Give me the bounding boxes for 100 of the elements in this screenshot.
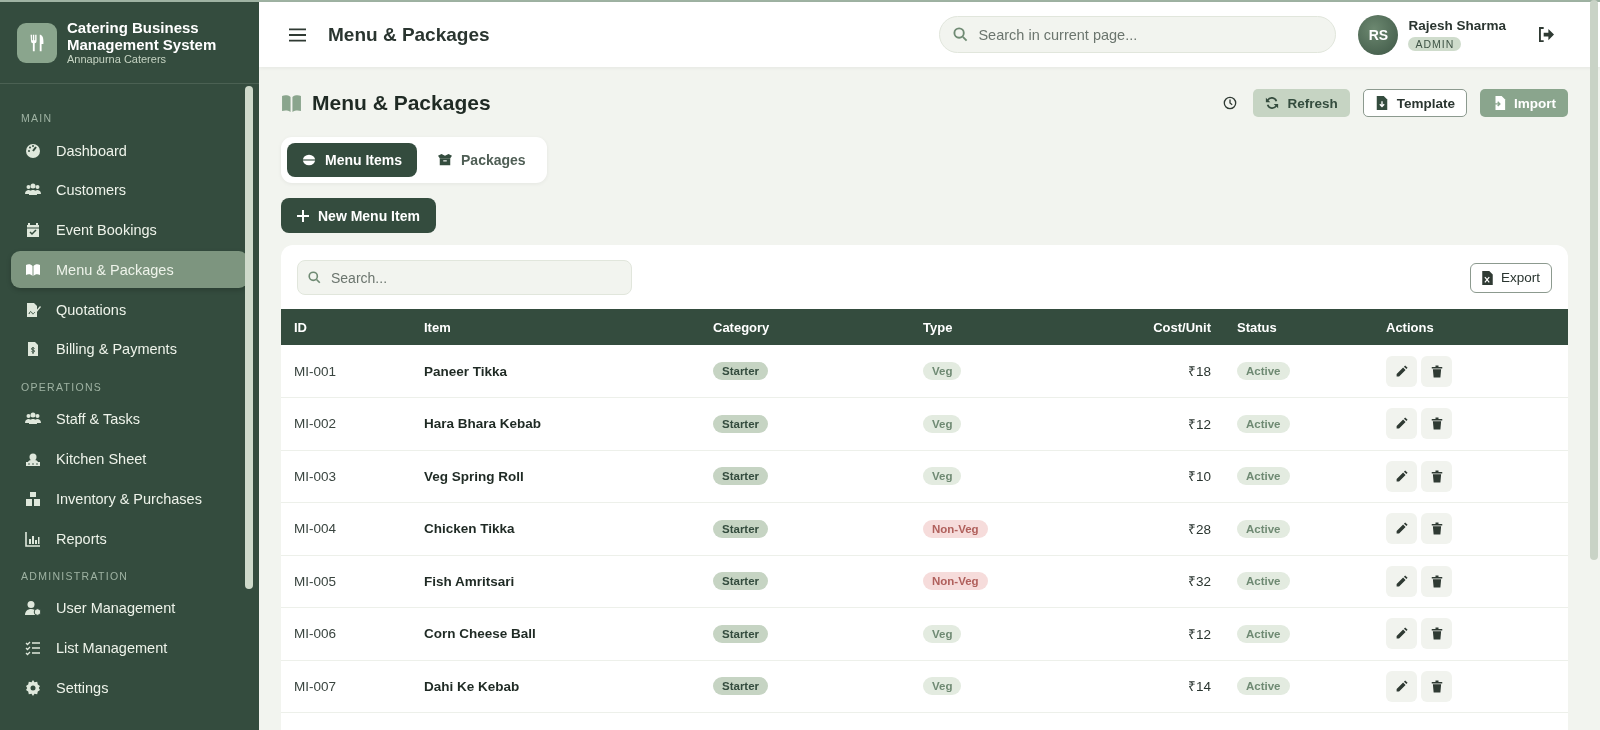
- edit-button[interactable]: [1386, 618, 1417, 650]
- delete-button[interactable]: [1421, 618, 1452, 650]
- tab[interactable]: Menu Items: [287, 143, 417, 177]
- search-field[interactable]: Search in current page...: [939, 16, 1337, 53]
- nav-item[interactable]: Customers: [11, 171, 248, 209]
- file-import-icon: [1492, 96, 1506, 110]
- company-name: Annapurna Caterers: [67, 53, 168, 66]
- pencil-icon: [1395, 522, 1408, 536]
- menu-icon[interactable]: [289, 27, 306, 42]
- category-tag: Starter: [713, 362, 769, 380]
- page-title: Menu & Packages: [312, 91, 491, 115]
- table-cell: ₹18: [1187, 364, 1211, 379]
- status-tag: Active: [1237, 519, 1290, 538]
- table-cell: Hara Bhara Kebab: [424, 416, 542, 432]
- status-tag: Active: [1237, 414, 1290, 433]
- table-cell: ₹10: [1187, 469, 1211, 485]
- trash-icon: [1430, 417, 1443, 431]
- table-cell: Fish Amritsari: [424, 573, 515, 589]
- column-header: Type: [910, 309, 1060, 345]
- search-field[interactable]: Search...: [297, 260, 632, 295]
- role-badge: ADMIN: [1408, 36, 1462, 51]
- edit-button[interactable]: [1386, 355, 1417, 387]
- category-tag: Starter: [713, 519, 769, 538]
- pencil-icon: [1395, 627, 1408, 641]
- trash-icon: [1430, 627, 1443, 641]
- table-cell: ₹14: [1187, 679, 1211, 695]
- table-cell: ₹32: [1187, 574, 1211, 590]
- nav-item[interactable]: List Management: [11, 629, 248, 667]
- type-tag: Veg: [923, 362, 962, 380]
- plus-icon: [297, 209, 309, 222]
- nav-item[interactable]: Inventory & Purchases: [11, 480, 248, 518]
- type-tag: Non-Veg: [923, 572, 988, 591]
- pencil-icon: [1395, 417, 1408, 431]
- nav-item[interactable]: Quotations: [11, 291, 248, 329]
- delete-button[interactable]: [1421, 355, 1452, 387]
- table-cell: Corn Cheese Ball: [424, 626, 536, 642]
- checklist-icon: [25, 640, 41, 657]
- clock-icon[interactable]: [1223, 96, 1238, 110]
- type-tag: Veg: [923, 414, 962, 433]
- refresh-icon: [1265, 96, 1280, 110]
- type-tag: Veg: [923, 467, 962, 486]
- table-cell: MI-003: [294, 468, 337, 484]
- gear-icon: [25, 680, 41, 697]
- column-header: Cost/Unit: [1060, 309, 1224, 345]
- pencil-icon: [1395, 364, 1408, 378]
- brand-logo: [17, 22, 57, 63]
- export-button[interactable]: Export: [1469, 262, 1552, 293]
- column-header: ID: [281, 309, 411, 345]
- trash-icon: [1430, 679, 1443, 693]
- trash-icon: [1430, 364, 1443, 378]
- delete-button[interactable]: [1421, 670, 1452, 702]
- chef-icon: [25, 451, 41, 468]
- column-header: Item: [411, 309, 700, 345]
- nav-item[interactable]: Staff & Tasks: [11, 400, 248, 438]
- new-item-button[interactable]: New Menu Item: [281, 198, 436, 233]
- book-icon: [281, 94, 302, 112]
- refresh-button[interactable]: Refresh: [1253, 89, 1350, 117]
- category-tag: Starter: [713, 624, 769, 643]
- table-cell: ₹28: [1187, 521, 1211, 537]
- nav-item[interactable]: Event Bookings: [11, 211, 248, 249]
- scrollbar[interactable]: [1590, 0, 1598, 560]
- user-avatar[interactable]: RS: [1358, 14, 1399, 55]
- file-download-icon: [1374, 96, 1389, 110]
- nav-item[interactable]: User Management: [11, 589, 248, 627]
- delete-button[interactable]: [1421, 408, 1452, 440]
- pencil-icon: [1395, 469, 1408, 483]
- pencil-icon: [1395, 574, 1408, 588]
- trash-icon: [1430, 469, 1443, 483]
- nav-item[interactable]: Reports: [11, 520, 248, 558]
- table-cell: Chicken Tikka: [424, 521, 515, 537]
- nav-item[interactable]: Kitchen Sheet: [11, 440, 248, 478]
- template-button[interactable]: Template: [1362, 89, 1467, 117]
- logout-icon[interactable]: [1538, 27, 1555, 42]
- delete-button[interactable]: [1421, 460, 1452, 492]
- nav-item[interactable]: Settings: [11, 669, 248, 707]
- spreadsheet-icon: [1481, 270, 1493, 285]
- edit-button[interactable]: [1386, 460, 1417, 492]
- table-cell: MI-001: [294, 363, 337, 379]
- edit-button[interactable]: [1386, 408, 1417, 440]
- delete-button[interactable]: [1421, 513, 1452, 545]
- scrollbar[interactable]: [245, 86, 253, 589]
- edit-button[interactable]: [1386, 513, 1417, 545]
- category-tag: Starter: [713, 572, 769, 591]
- table-cell: MI-005: [294, 573, 337, 589]
- edit-button[interactable]: [1386, 670, 1417, 702]
- trash-icon: [1430, 522, 1443, 536]
- table-cell: MI-006: [294, 626, 337, 642]
- signature-icon: [25, 301, 41, 318]
- tab[interactable]: Packages: [423, 143, 541, 177]
- type-tag: Veg: [923, 677, 962, 696]
- pencil-icon: [1395, 679, 1408, 693]
- search-icon: [308, 271, 321, 284]
- nav-item[interactable]: Dashboard: [11, 132, 248, 169]
- type-tag: Veg: [923, 624, 962, 643]
- delete-button[interactable]: [1421, 565, 1452, 597]
- bowl-icon: [302, 153, 316, 167]
- user-shield-icon: [25, 600, 41, 617]
- section-label: OPERATIONS: [20, 379, 104, 395]
- nav-item[interactable]: Billing & Payments: [11, 331, 248, 368]
- edit-button[interactable]: [1386, 565, 1417, 597]
